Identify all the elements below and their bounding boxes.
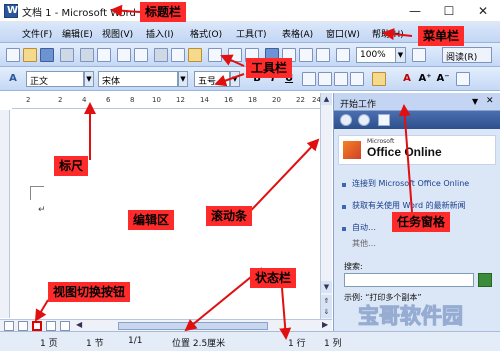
arrow-view-switch <box>34 299 49 322</box>
arrow-toolbar-1 <box>220 54 245 67</box>
callout-scrollbar: 滚动条 <box>206 206 253 226</box>
watermark: 宝哥软件园 <box>358 304 464 329</box>
callout-status-bar: 状态栏 <box>250 268 297 288</box>
callout-view-switch: 视图切换按钮 <box>48 282 131 302</box>
callout-ruler: 标尺 <box>54 156 89 176</box>
arrow-task-pane <box>398 104 413 213</box>
arrow-title-bar <box>110 4 141 17</box>
callout-menu-bar: 菜单栏 <box>418 26 465 46</box>
callout-title-bar: 标题栏 <box>140 2 187 22</box>
arrow-toolbar-2 <box>214 73 245 87</box>
callout-toolbar: 工具栏 <box>246 58 293 78</box>
callout-edit-area: 编辑区 <box>128 210 175 230</box>
callout-task-pane: 任务窗格 <box>392 212 451 232</box>
arrow-status-bar-2 <box>279 287 292 340</box>
arrow-menu-bar <box>382 28 413 41</box>
